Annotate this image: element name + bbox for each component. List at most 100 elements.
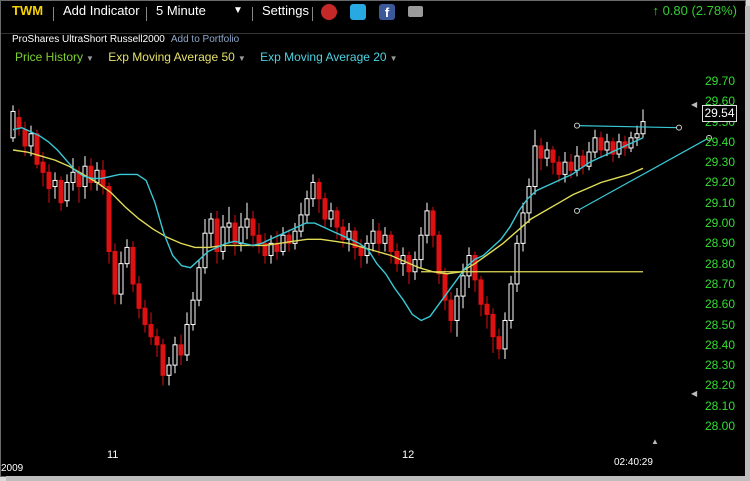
price-tick-label: 29.10 bbox=[705, 195, 736, 210]
price-tick-label: 29.30 bbox=[705, 155, 736, 170]
candle-body bbox=[316, 181, 322, 200]
candle-body bbox=[436, 234, 442, 275]
trendline-handle bbox=[676, 124, 682, 131]
camera-icon[interactable] bbox=[408, 6, 423, 17]
window-shadow bbox=[745, 6, 750, 481]
candle-body bbox=[130, 246, 136, 285]
chevron-down-icon[interactable]: ▼ bbox=[390, 54, 398, 63]
price-tick-label: 29.20 bbox=[705, 175, 736, 190]
candle-body bbox=[448, 299, 454, 321]
price-tick-label: 28.30 bbox=[705, 358, 736, 373]
candle-body bbox=[490, 313, 496, 338]
candle-body bbox=[430, 210, 436, 236]
instrument-subtitle: ProShares UltraShort Russell2000 Add to P… bbox=[12, 34, 239, 45]
candle-body bbox=[136, 283, 142, 309]
candle-body bbox=[376, 230, 382, 244]
ticker-symbol[interactable]: TWM bbox=[12, 1, 43, 33]
candle-body bbox=[40, 161, 46, 173]
candle-body bbox=[424, 210, 430, 236]
candles bbox=[10, 105, 646, 386]
trendline-handle bbox=[574, 207, 580, 214]
candle-body bbox=[166, 364, 172, 376]
candle-body bbox=[208, 218, 214, 234]
price-change: ↑ 0.80 (2.78%) bbox=[652, 1, 737, 33]
candle-body bbox=[52, 179, 58, 188]
candle-body bbox=[28, 133, 34, 147]
candle-body bbox=[328, 210, 334, 220]
candle-body bbox=[238, 226, 244, 244]
price-change-value: 0.80 (2.78%) bbox=[662, 3, 737, 18]
add-indicator-button[interactable]: Add Indicator bbox=[63, 1, 140, 33]
candle-body bbox=[196, 267, 202, 301]
candle-body bbox=[550, 149, 556, 163]
candle-body bbox=[382, 234, 388, 244]
toolbar-divider bbox=[146, 7, 147, 21]
candle-body bbox=[226, 222, 232, 228]
candle-body bbox=[538, 145, 544, 159]
price-tick-label: 28.40 bbox=[705, 337, 736, 352]
legend-ema20-label: Exp Moving Average 20 bbox=[260, 50, 387, 64]
legend-ema-50[interactable]: Exp Moving Average 50 ▼ bbox=[108, 50, 245, 64]
price-tick-label: 28.00 bbox=[705, 419, 736, 433]
toolbar-divider bbox=[312, 7, 313, 21]
settings-button[interactable]: Settings bbox=[262, 1, 309, 33]
candle-body bbox=[34, 133, 40, 165]
candle-body bbox=[190, 299, 196, 326]
candle-body bbox=[580, 155, 586, 167]
candle-body bbox=[358, 246, 364, 257]
price-tick-label: 28.20 bbox=[705, 378, 736, 393]
candle-body bbox=[16, 117, 22, 129]
candle-body bbox=[508, 283, 514, 321]
candle-body bbox=[532, 145, 538, 188]
candle-body bbox=[340, 226, 346, 240]
add-to-portfolio-link[interactable]: Add to Portfolio bbox=[171, 34, 239, 45]
candle-body bbox=[64, 181, 70, 202]
legend-price-history[interactable]: Price History ▼ bbox=[15, 50, 94, 64]
instrument-name: ProShares UltraShort Russell2000 bbox=[12, 34, 165, 45]
toolbar-divider bbox=[53, 7, 54, 21]
candle-body bbox=[46, 171, 52, 190]
candle-body bbox=[154, 336, 160, 346]
price-chart[interactable] bbox=[1, 1, 745, 476]
candle-body bbox=[148, 324, 154, 338]
twitter-icon[interactable] bbox=[350, 4, 366, 20]
candle-body bbox=[142, 307, 148, 326]
price-tick-label: 29.70 bbox=[705, 74, 736, 88]
candle-body bbox=[322, 198, 328, 220]
price-tick-label: 28.70 bbox=[705, 276, 736, 291]
triangle-left-icon: ◀ bbox=[691, 100, 698, 109]
chevron-down-icon[interactable]: ▼ bbox=[233, 1, 243, 33]
facebook-icon[interactable]: f bbox=[379, 4, 395, 20]
candle-body bbox=[370, 230, 376, 244]
candle-body bbox=[58, 179, 64, 204]
candle-body bbox=[568, 161, 574, 171]
candle-body bbox=[562, 161, 568, 175]
alarm-clock-icon[interactable] bbox=[321, 4, 337, 20]
candle-body bbox=[172, 344, 178, 366]
candle-body bbox=[460, 275, 466, 297]
candle-body bbox=[10, 110, 16, 139]
candle-body bbox=[310, 181, 316, 200]
interval-select[interactable]: 5 Minute bbox=[156, 1, 206, 33]
candle-body bbox=[250, 218, 256, 236]
candle-body bbox=[454, 295, 460, 321]
candle-body bbox=[520, 212, 526, 244]
candle-body bbox=[418, 234, 424, 261]
candle-body bbox=[496, 336, 502, 350]
candle-body bbox=[514, 242, 520, 285]
triangle-left-icon: ◀ bbox=[691, 389, 698, 398]
toolbar-divider bbox=[252, 7, 253, 21]
indicator-legend: Price History ▼ Exp Moving Average 50 ▼ Ex… bbox=[15, 50, 409, 64]
chevron-down-icon[interactable]: ▼ bbox=[238, 54, 246, 63]
price-tick-label: 28.60 bbox=[705, 297, 736, 312]
candle-body bbox=[244, 218, 250, 228]
candle-body bbox=[334, 210, 340, 228]
price-tick-label: 28.80 bbox=[705, 256, 736, 271]
legend-ema-20[interactable]: Exp Moving Average 20 ▼ bbox=[260, 50, 397, 64]
candle-body bbox=[184, 324, 190, 356]
candle-body bbox=[634, 133, 640, 139]
candle-body bbox=[574, 155, 580, 171]
candle-body bbox=[544, 149, 550, 159]
chevron-down-icon[interactable]: ▼ bbox=[86, 54, 94, 63]
up-arrow-icon: ↑ bbox=[652, 3, 659, 18]
